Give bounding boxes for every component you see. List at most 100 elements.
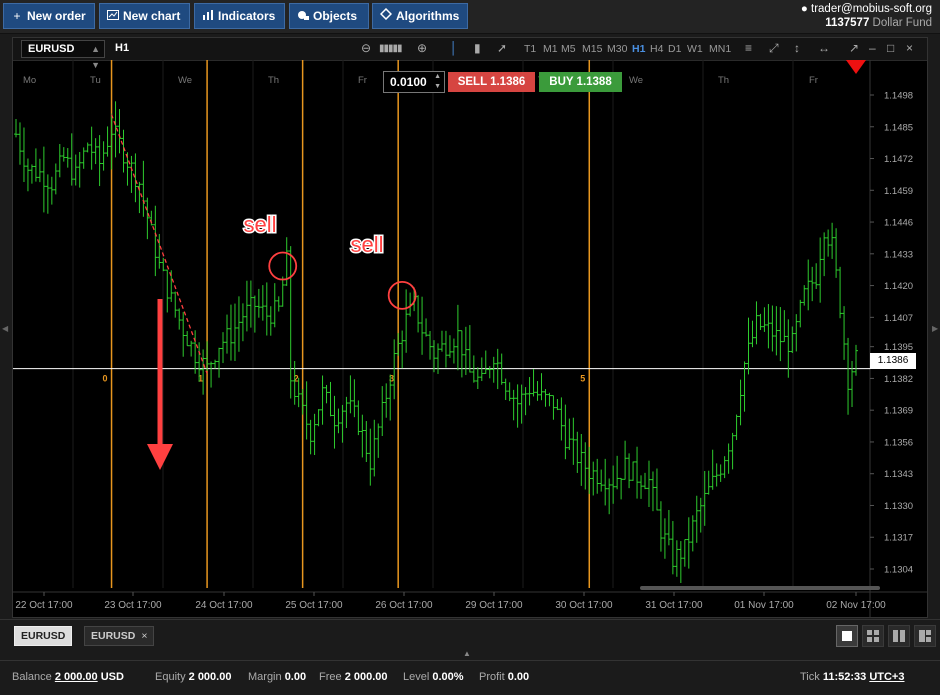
buy-button[interactable]: BUY 1.1388	[539, 72, 622, 92]
objects-button[interactable]: Objects	[289, 3, 369, 29]
time-tick-label: 26 Oct 17:00	[375, 600, 433, 611]
order-quantity-value: 0.0100	[390, 75, 427, 89]
sell-annotation-label: sell	[243, 212, 276, 237]
price-tick-label: 1.1485	[884, 122, 913, 133]
price-tick-label: 1.1420	[884, 281, 913, 292]
time-tick-label: 25 Oct 17:00	[285, 600, 343, 611]
time-tick-label: 24 Oct 17:00	[195, 600, 253, 611]
balance-value[interactable]: 2 000.00	[55, 671, 98, 683]
account-fund: Dollar Fund	[872, 17, 932, 29]
price-tick-label: 1.1330	[884, 501, 913, 512]
sell-marker-circle	[268, 251, 298, 281]
layout-single-button[interactable]	[836, 625, 858, 647]
layout-grid-button[interactable]	[862, 625, 884, 647]
price-tick-label: 1.1304	[884, 565, 913, 576]
time-tick-label: 01 Nov 17:00	[734, 600, 794, 611]
level-label: Level	[403, 671, 430, 683]
price-tick-label: 1.1343	[884, 469, 913, 480]
day-label: Th	[718, 75, 729, 86]
time-tick-label: 30 Oct 17:00	[555, 600, 613, 611]
day-label: Mo	[23, 75, 36, 86]
account-info[interactable]: ● trader@mobius-soft.org 1137577 Dollar …	[801, 2, 932, 30]
sell-label: SELL	[457, 76, 487, 88]
chart-tab[interactable]: EURUSD	[14, 626, 73, 646]
buy-price: 1.1388	[576, 76, 612, 88]
fib-zone-label: 0	[103, 373, 108, 383]
account-user: trader@mobius-soft.org	[811, 3, 932, 15]
chart-window: EURUSD ▲ ▼ H1 ⊖ ▮▮▮▮▮ ⊕ │ ▮ ➚ T1 M1 M5 M15 M3…	[12, 37, 928, 618]
balance-label: Balance	[12, 671, 52, 683]
day-label: Th	[268, 75, 279, 86]
chart-icon	[106, 4, 120, 28]
price-tick-label: 1.1317	[884, 533, 913, 544]
day-label: Fr	[809, 75, 818, 86]
plus-icon: +	[13, 9, 21, 23]
new-order-label: New order	[27, 9, 86, 23]
level-value: 0.00%	[432, 671, 464, 683]
new-order-button[interactable]: + New order	[3, 3, 95, 29]
indicators-button[interactable]: Indicators	[194, 3, 285, 29]
price-tick-label: 1.1407	[884, 313, 913, 324]
balance-currency: USD	[100, 671, 124, 683]
diamond-icon	[379, 4, 393, 28]
equity-label: Equity	[155, 671, 186, 683]
chart-tab-label: EURUSD	[91, 630, 136, 642]
account-number: 1137577	[825, 17, 870, 29]
close-tab-icon[interactable]: ×	[141, 630, 147, 642]
down-arrow-icon	[147, 444, 173, 470]
price-tick-label: 1.1433	[884, 249, 913, 260]
user-icon: ●	[800, 3, 808, 15]
free-value: 2 000.00	[344, 671, 388, 683]
tick-label: Tick	[800, 671, 820, 683]
equity-value: 2 000.00	[188, 671, 232, 683]
price-tick-label: 1.1446	[884, 218, 913, 229]
layout-columns-button[interactable]	[888, 625, 910, 647]
time-tick-label: 29 Oct 17:00	[465, 600, 523, 611]
profit: Profit 0.00	[479, 671, 529, 683]
spinner-icon: ▲ ▼	[434, 73, 441, 90]
price-tick-label: 1.1472	[884, 154, 913, 165]
horizontal-scrollbar[interactable]	[640, 586, 880, 590]
sell-button[interactable]: SELL 1.1386	[448, 72, 535, 92]
profit-label: Profit	[479, 671, 505, 683]
timezone-selector[interactable]: UTC+3	[869, 671, 904, 683]
algorithms-label: Algorithms	[396, 9, 460, 23]
order-quantity-input[interactable]: 0.0100 ▲ ▼	[383, 71, 445, 93]
free-label: Free	[319, 671, 342, 683]
layout-split-button[interactable]	[914, 625, 936, 647]
left-panel-arrow-icon[interactable]: ◀	[2, 324, 8, 333]
status-bar: Balance 2 000.00 USD Equity 2 000.00 Mar…	[0, 660, 940, 695]
bars-icon	[201, 4, 215, 28]
time-tick-label: 02 Nov 17:00	[826, 600, 886, 611]
balance: Balance 2 000.00 USD	[12, 671, 124, 683]
free-margin: Free 2 000.00	[319, 671, 388, 683]
collapse-panel-icon[interactable]: ▲	[463, 649, 471, 658]
chart-tab[interactable]: EURUSD ×	[84, 626, 155, 646]
price-tick-label: 1.1382	[884, 374, 913, 385]
objects-label: Objects	[313, 9, 358, 23]
chart-tabs-bar: EURUSD EURUSD ×	[0, 619, 940, 652]
server-time: 11:52:33	[822, 671, 867, 683]
sell-price: 1.1386	[490, 76, 526, 88]
price-tick-label: 1.1356	[884, 437, 913, 448]
current-price-label: 1.1386	[870, 353, 916, 369]
day-label: Tu	[90, 75, 101, 86]
right-panel-arrow-icon[interactable]: ▶	[932, 324, 938, 333]
price-tick-label: 1.1498	[884, 91, 913, 102]
sell-annotation-label: sell	[350, 232, 383, 257]
objects-icon	[296, 4, 310, 28]
price-tick-label: 1.1395	[884, 342, 913, 353]
chart-tab-label: EURUSD	[21, 630, 66, 642]
margin-level: Level 0.00%	[403, 671, 464, 683]
margin-value: 0.00	[284, 671, 307, 683]
time-tick-label: 31 Oct 17:00	[645, 600, 703, 611]
algorithms-button[interactable]: Algorithms	[372, 3, 468, 29]
sell-marker-circle	[387, 280, 417, 310]
time-tick-label: 23 Oct 17:00	[104, 600, 162, 611]
price-chart[interactable]: MoTuWeThFrMoTuWeThFr1.14981.14851.14721.…	[13, 38, 927, 617]
red-marker-icon	[846, 60, 866, 74]
indicators-label: Indicators	[218, 9, 276, 23]
day-label: We	[178, 75, 192, 86]
new-chart-button[interactable]: New chart	[99, 3, 190, 29]
price-tick-label: 1.1369	[884, 406, 913, 417]
